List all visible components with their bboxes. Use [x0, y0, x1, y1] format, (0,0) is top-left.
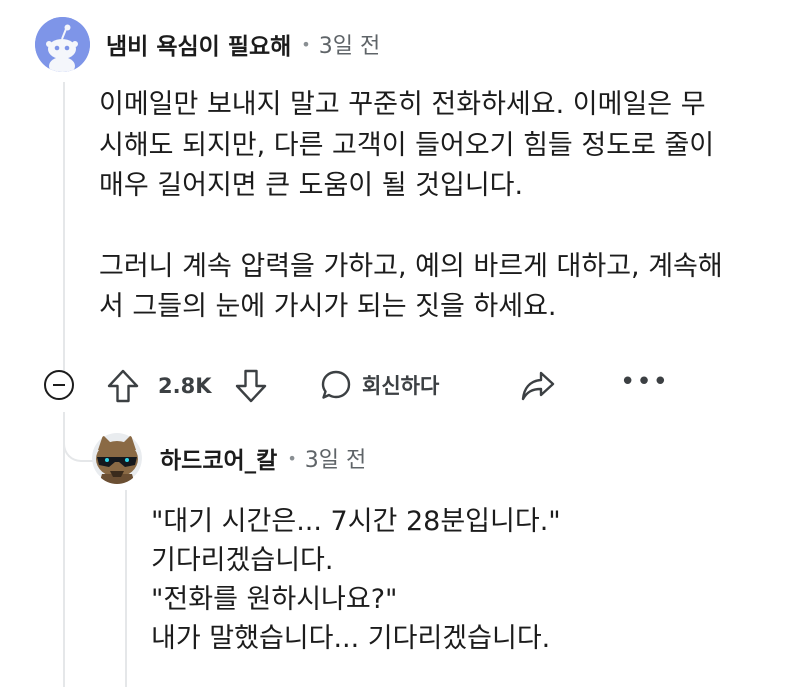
thread-line-reply[interactable]: [125, 490, 127, 687]
comment-line: 그러니 계속 압력을 가하고, 예의 바르게 대하고, 계속해: [99, 250, 723, 282]
snoo-avatar-icon: [35, 17, 90, 72]
reply-button[interactable]: 회신하다: [320, 369, 439, 401]
reply-timestamp[interactable]: 3일 전: [305, 442, 366, 474]
reply-line: "전화를 원하시나요?": [151, 584, 398, 615]
author-name[interactable]: 냄비 욕심이 필요해: [106, 27, 291, 61]
upvote-button[interactable]: [106, 368, 140, 404]
cat-avatar-icon: [92, 433, 142, 484]
share-button[interactable]: [520, 369, 556, 403]
reply-line: 기다리겠습니다.: [151, 545, 334, 576]
reply-line: 내가 말했습니다... 기다리겠습니다.: [151, 623, 551, 654]
reply-author-name[interactable]: 하드코어_칼: [160, 441, 277, 475]
comment-meta: 냄비 욕심이 필요해 • 3일 전: [106, 28, 380, 60]
downvote-button[interactable]: [234, 368, 268, 404]
meta-separator: •: [301, 34, 311, 54]
timestamp[interactable]: 3일 전: [319, 28, 380, 60]
comment-line: 매우 길어지면 큰 도움이 될 것입니다.: [99, 170, 524, 201]
comment-line: 서 그들의 눈에 가시가 되는 짓을 하세요.: [99, 291, 557, 322]
comment-action-bar: 2.8K 회신하다 •••: [40, 360, 760, 416]
more-options-button[interactable]: •••: [620, 369, 669, 395]
reply-connector: [63, 412, 93, 462]
reply-meta: 하드코어_칼 • 3일 전: [160, 442, 366, 474]
reply-label: 회신하다: [362, 374, 440, 398]
comment-line: 시해도 되지만, 다른 고객이 들어오기 힘들 정도로 줄이: [99, 129, 715, 161]
reply-body: "대기 시간은... 7시간 28분입니다." 기다리겠습니다. "전화를 원하…: [151, 502, 561, 658]
reply-meta-separator: •: [287, 448, 297, 468]
downvote-arrow-icon: [235, 369, 267, 403]
collapse-thread-button[interactable]: [44, 370, 74, 400]
comment-body: 이메일만 보내지 말고 꾸준히 전화하세요. 이메일은 무 시해도 되지만, 다…: [99, 85, 723, 328]
thread-line-main[interactable]: [63, 82, 65, 372]
avatar[interactable]: [35, 17, 90, 72]
reply-line: "대기 시간은... 7시간 28분입니다.": [151, 506, 561, 537]
speech-bubble-icon: [321, 370, 351, 399]
upvote-arrow-icon: [107, 369, 139, 403]
comment-line: 이메일만 보내지 말고 꾸준히 전화하세요. 이메일은 무: [99, 89, 706, 120]
share-arrow-icon: [521, 371, 555, 401]
vote-count: 2.8K: [158, 374, 212, 398]
reply-avatar[interactable]: [92, 432, 142, 484]
